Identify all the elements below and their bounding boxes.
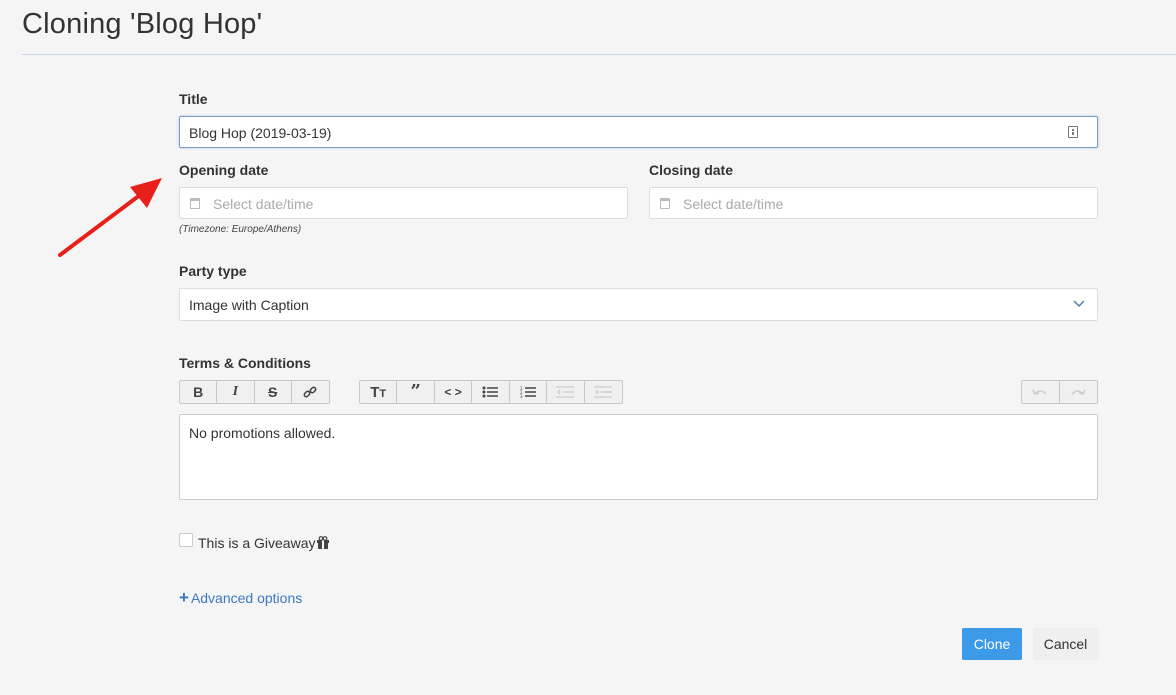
title-label: Title — [179, 91, 208, 107]
plus-icon: + — [179, 588, 189, 607]
page-title: Cloning 'Blog Hop' — [22, 8, 263, 40]
svg-text:3: 3 — [520, 394, 523, 398]
heading-icon: TT — [370, 383, 387, 401]
calendar-icon — [190, 198, 200, 209]
bullet-list-icon — [482, 386, 499, 398]
strikethrough-icon: S — [267, 384, 278, 400]
bullet-list-button[interactable] — [472, 381, 510, 403]
block-format-toolbar: TT ” < > 1 2 3 — [359, 380, 623, 404]
redo-icon — [1071, 389, 1086, 395]
code-icon: < > — [444, 385, 462, 399]
text-format-toolbar: B I S — [179, 380, 330, 404]
chevron-down-icon — [1073, 300, 1085, 308]
terms-label: Terms & Conditions — [179, 355, 311, 371]
numbered-list-icon: 1 2 3 — [520, 386, 536, 398]
terms-text: No promotions allowed. — [189, 425, 336, 441]
quote-button[interactable]: ” — [397, 381, 435, 403]
italic-icon: I — [232, 384, 239, 399]
history-toolbar — [1021, 380, 1098, 404]
advanced-options-label: Advanced options — [190, 590, 303, 606]
code-button[interactable]: < > — [435, 381, 473, 403]
undo-icon — [1032, 389, 1047, 395]
giveaway-label: This is a Giveaway — [198, 535, 316, 551]
redo-button[interactable] — [1060, 381, 1098, 403]
italic-button[interactable]: I — [217, 381, 255, 403]
gift-icon — [317, 536, 329, 549]
bold-button[interactable]: B — [180, 381, 218, 403]
calendar-icon — [660, 198, 670, 209]
party-type-label: Party type — [179, 263, 247, 279]
numbered-list-button[interactable]: 1 2 3 — [510, 381, 548, 403]
strikethrough-button[interactable]: S — [255, 381, 292, 403]
closing-date-label: Closing date — [649, 162, 734, 178]
annotation-arrow-icon — [58, 178, 162, 257]
cancel-button[interactable]: Cancel — [1033, 628, 1098, 660]
opening-date-placeholder: Select date/time — [213, 196, 314, 212]
opening-date-input[interactable]: Select date/time — [179, 187, 628, 219]
title-input-value: Blog Hop (2019-03-19) — [189, 125, 332, 141]
heading-button[interactable]: TT — [360, 381, 398, 403]
closing-date-input[interactable]: Select date/time — [649, 187, 1098, 219]
link-icon — [303, 386, 317, 398]
closing-date-placeholder: Select date/time — [683, 196, 784, 212]
giveaway-checkbox[interactable] — [179, 533, 193, 547]
indent-button[interactable] — [585, 381, 622, 403]
link-button[interactable] — [292, 381, 329, 403]
opening-date-label: Opening date — [179, 162, 269, 178]
party-type-value: Image with Caption — [189, 297, 309, 313]
bold-icon: B — [193, 384, 204, 400]
clone-button[interactable]: Clone — [962, 628, 1022, 660]
advanced-options-link[interactable]: + Advanced options — [179, 588, 302, 608]
terms-editor[interactable]: No promotions allowed. — [179, 414, 1098, 500]
undo-button[interactable] — [1022, 381, 1060, 403]
indent-icon — [594, 386, 613, 398]
outdent-icon — [556, 386, 575, 398]
party-type-select[interactable]: Image with Caption — [179, 288, 1098, 321]
outdent-button[interactable] — [547, 381, 585, 403]
quote-icon: ” — [410, 381, 421, 402]
title-divider — [22, 54, 1176, 55]
timezone-hint: (Timezone: Europe/Athens) — [179, 224, 302, 235]
autofill-icon — [1068, 126, 1078, 138]
title-input[interactable]: Blog Hop (2019-03-19) — [179, 116, 1098, 148]
